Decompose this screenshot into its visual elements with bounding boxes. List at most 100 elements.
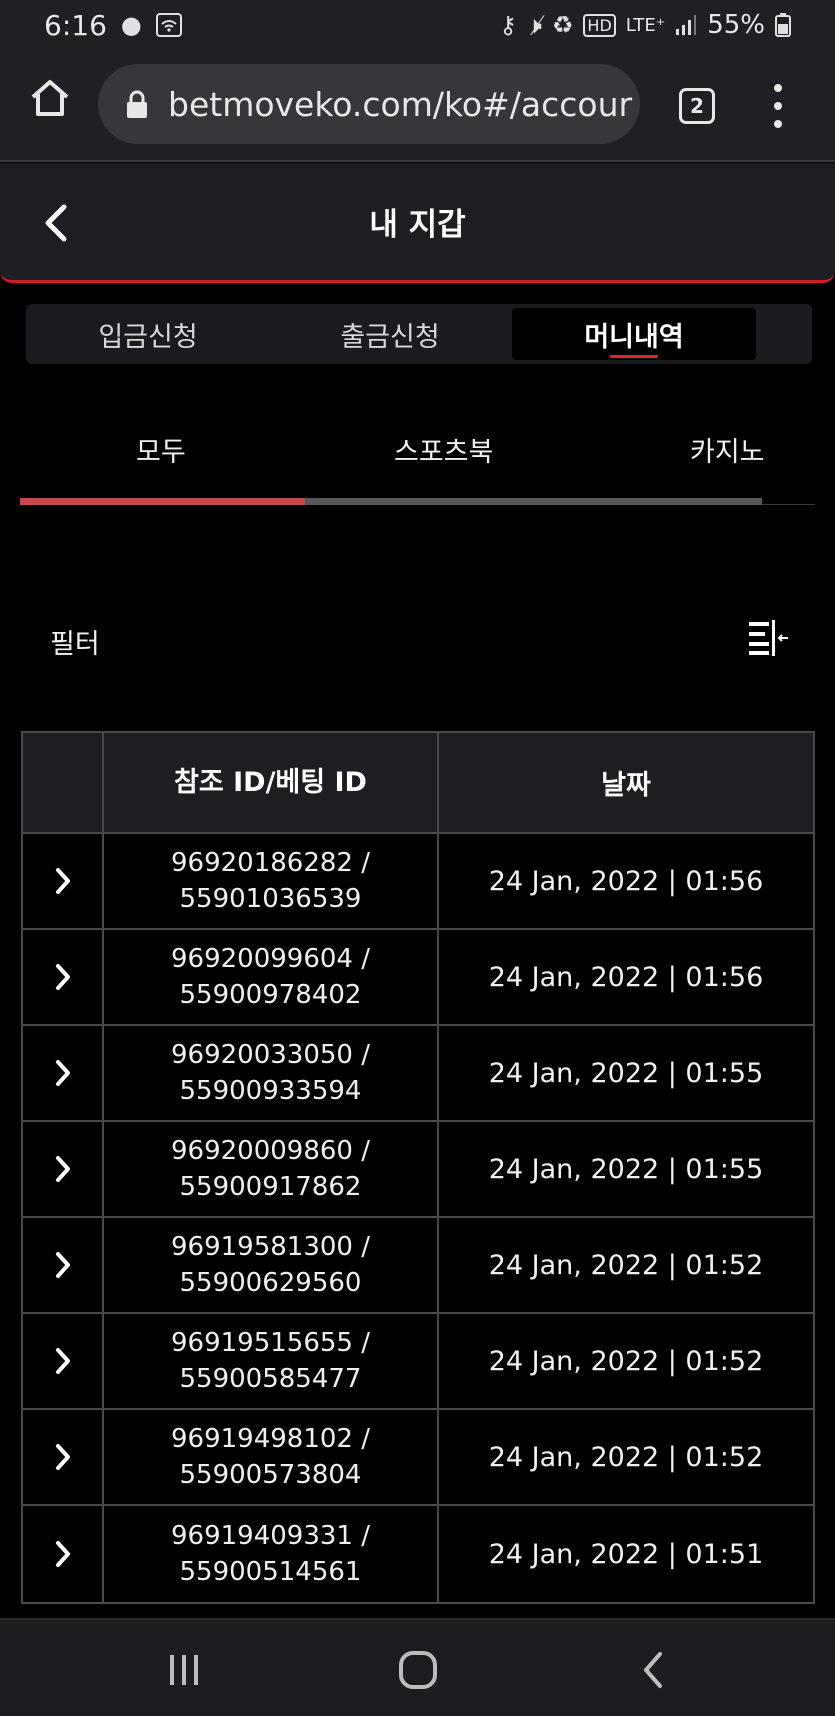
- filter-row: 필터: [50, 618, 790, 662]
- bet-id: 55900585477: [179, 1364, 362, 1394]
- table-row[interactable]: 96920099604 / 55900978402 24 Jan, 2022 | …: [23, 930, 813, 1026]
- bet-id: 55900917862: [179, 1172, 362, 1202]
- tab-label: 머니내역: [584, 321, 684, 353]
- ref-id-cell: 96920186282 / 55901036539: [104, 834, 439, 928]
- tab-deposit-request[interactable]: 입금신청: [50, 308, 246, 360]
- bet-id: 55900933594: [179, 1076, 362, 1106]
- expand-cell[interactable]: [23, 1026, 104, 1120]
- date-cell: 24 Jan, 2022 | 01:56: [488, 865, 764, 897]
- header-cell-expand: [23, 733, 104, 832]
- page-header: 내 지갑: [0, 163, 835, 283]
- browser-toolbar: betmoveko.com/ko#/accour 2: [0, 50, 835, 162]
- expand-cell[interactable]: [23, 1506, 104, 1602]
- recent-apps-icon[interactable]: [164, 1650, 204, 1690]
- table-row[interactable]: 96920009860 / 55900917862 24 Jan, 2022 | …: [23, 1122, 813, 1218]
- expand-cell[interactable]: [23, 1410, 104, 1504]
- expand-cell[interactable]: [23, 1314, 104, 1408]
- header-cell-date: 날짜: [601, 770, 651, 801]
- sub-tabs: 모두 스포츠북 카지노: [20, 420, 815, 510]
- table-header-row: 참조 ID/베팅 ID 날짜: [23, 733, 813, 834]
- url-text: betmoveko.com/ko#/accour: [168, 84, 633, 124]
- filter-label: 필터: [50, 629, 100, 660]
- subtab-all[interactable]: 모두: [136, 430, 186, 469]
- address-bar[interactable]: betmoveko.com/ko#/accour: [98, 64, 640, 144]
- tab-withdraw-request[interactable]: 출금신청: [292, 308, 488, 360]
- subtab-sportsbook[interactable]: 스포츠북: [394, 430, 493, 469]
- ref-id: 96920099604 /: [171, 944, 370, 974]
- date-cell: 24 Jan, 2022 | 01:55: [488, 1153, 764, 1185]
- date-cell: 24 Jan, 2022 | 01:52: [488, 1249, 764, 1281]
- ref-id: 96919581300 /: [171, 1232, 370, 1262]
- expand-cell[interactable]: [23, 1122, 104, 1216]
- battery-percent: 55%: [707, 10, 765, 40]
- lock-icon: [127, 90, 147, 118]
- bet-id: 55901036539: [179, 884, 362, 914]
- mute-icon: 🕨̸: [526, 11, 542, 39]
- chevron-right-icon: [55, 1252, 70, 1278]
- recycle-icon: ♻: [551, 11, 574, 39]
- ref-id-cell: 96919409331 / 55900514561: [104, 1506, 439, 1602]
- chevron-right-icon: [55, 964, 70, 990]
- expand-cell[interactable]: [23, 930, 104, 1024]
- back-nav-icon[interactable]: [634, 1650, 674, 1690]
- lte-badge: LTE⁺: [625, 14, 666, 36]
- table-row[interactable]: 96920033050 / 55900933594 24 Jan, 2022 | …: [23, 1026, 813, 1122]
- date-cell: 24 Jan, 2022 | 01:52: [488, 1345, 764, 1377]
- chevron-right-icon: [55, 1060, 70, 1086]
- home-nav-icon[interactable]: [398, 1650, 438, 1690]
- main-tabs: 입금신청 출금신청 머니내역: [26, 304, 812, 364]
- ref-id-cell: 96920099604 / 55900978402: [104, 930, 439, 1024]
- header-cell-ref-id: 참조 ID/베팅 ID: [104, 733, 439, 832]
- bet-id: 55900629560: [179, 1268, 362, 1298]
- wifi-box-icon: [155, 13, 182, 37]
- ref-id-cell: 96919498102 / 55900573804: [104, 1410, 439, 1504]
- subtab-casino[interactable]: 카지노: [690, 430, 765, 469]
- filter-icon[interactable]: [746, 618, 790, 658]
- ref-id-cell: 96919581300 / 55900629560: [104, 1218, 439, 1312]
- ref-id: 96920186282 /: [171, 848, 370, 878]
- subtab-divider: [762, 504, 815, 505]
- page-title: 내 지갑: [369, 207, 466, 243]
- date-cell: 24 Jan, 2022 | 01:55: [488, 1057, 764, 1089]
- tab-label: 입금신청: [98, 321, 198, 353]
- date-cell: 24 Jan, 2022 | 01:52: [488, 1441, 764, 1473]
- table-row[interactable]: 96920186282 / 55901036539 24 Jan, 2022 | …: [23, 834, 813, 930]
- ref-id: 96919515655 /: [171, 1328, 370, 1358]
- browser-menu-button[interactable]: [768, 84, 788, 128]
- chevron-right-icon: [55, 1541, 70, 1567]
- battery-icon: [775, 13, 791, 37]
- ref-id-cell: 96919515655 / 55900585477: [104, 1314, 439, 1408]
- home-icon[interactable]: [28, 76, 72, 120]
- tab-label: 출금신청: [340, 321, 440, 353]
- expand-cell[interactable]: [23, 834, 104, 928]
- status-bar: 6:16 ● ⚷ 🕨̸ ♻ HD LTE⁺ 55%: [0, 0, 835, 50]
- ref-id: 96920009860 /: [171, 1136, 370, 1166]
- ref-id: 96919498102 /: [171, 1424, 370, 1454]
- chat-bubble-icon: ●: [120, 11, 142, 39]
- signal-icon: [676, 15, 697, 35]
- chevron-right-icon: [55, 1156, 70, 1182]
- bet-id: 55900978402: [179, 980, 362, 1010]
- chevron-right-icon: [55, 868, 70, 894]
- history-table: 참조 ID/베팅 ID 날짜 96920186282 / 55901036539 …: [21, 731, 815, 1604]
- back-chevron-icon[interactable]: [38, 201, 74, 245]
- bet-id: 55900573804: [179, 1460, 362, 1490]
- tab-money-history[interactable]: 머니내역: [512, 308, 756, 360]
- table-row[interactable]: 96919409331 / 55900514561 24 Jan, 2022 | …: [23, 1506, 813, 1602]
- date-cell: 24 Jan, 2022 | 01:51: [488, 1538, 764, 1570]
- status-time: 6:16: [44, 8, 107, 42]
- bet-id: 55900514561: [179, 1557, 362, 1587]
- active-tab-indicator: [610, 355, 658, 358]
- ref-id-cell: 96920009860 / 55900917862: [104, 1122, 439, 1216]
- system-nav-bar: [0, 1618, 835, 1716]
- ref-id: 96920033050 /: [171, 1040, 370, 1070]
- table-row[interactable]: 96919581300 / 55900629560 24 Jan, 2022 | …: [23, 1218, 813, 1314]
- table-row[interactable]: 96919515655 / 55900585477 24 Jan, 2022 | …: [23, 1314, 813, 1410]
- expand-cell[interactable]: [23, 1218, 104, 1312]
- subtab-scroll-track: [20, 498, 762, 505]
- tab-switcher-button[interactable]: 2: [679, 88, 715, 124]
- table-row[interactable]: 96919498102 / 55900573804 24 Jan, 2022 | …: [23, 1410, 813, 1506]
- subtab-active-indicator: [20, 498, 305, 505]
- date-cell: 24 Jan, 2022 | 01:56: [488, 961, 764, 993]
- hd-badge: HD: [583, 13, 616, 37]
